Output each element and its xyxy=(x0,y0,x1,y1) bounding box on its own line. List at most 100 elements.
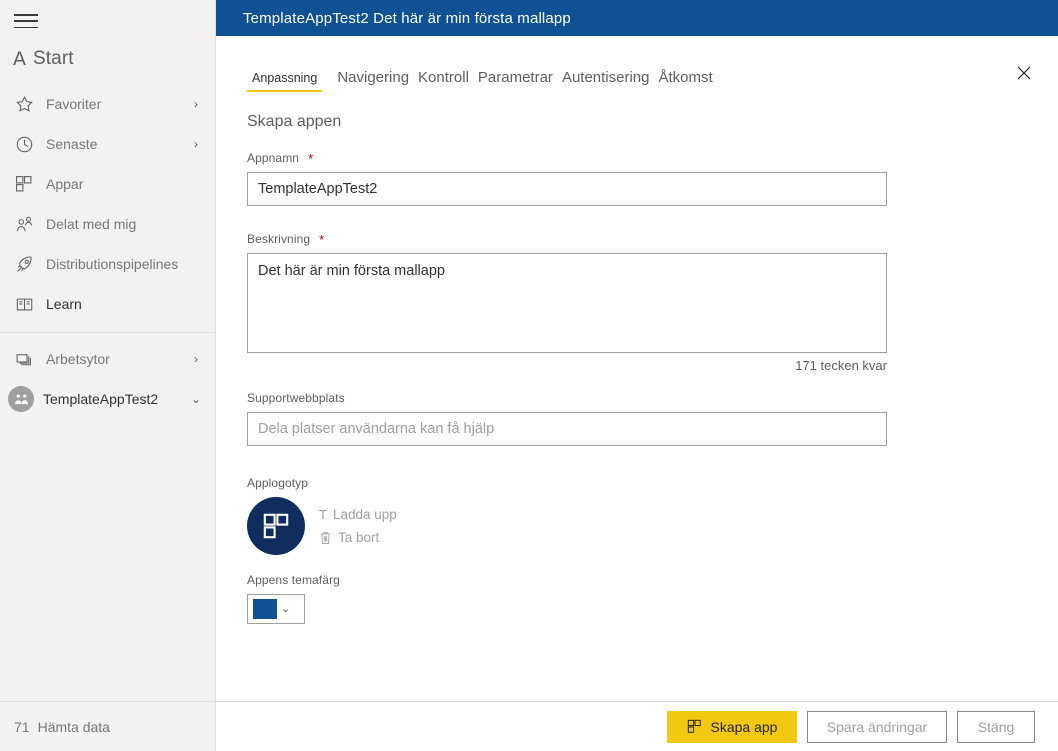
sidebar-item-appar[interactable]: Appar xyxy=(0,164,215,204)
theme-color-label: Appens temafärg xyxy=(247,573,1034,587)
get-data-icon: 71 xyxy=(14,718,30,735)
sidebar-item-start[interactable]: A Start xyxy=(0,42,215,76)
hamburger-line xyxy=(14,14,38,16)
description-textarea[interactable] xyxy=(247,253,887,353)
upload-icon: T xyxy=(319,507,327,522)
close-dialog-button[interactable]: Stäng xyxy=(957,710,1035,743)
label-text: Beskrivning xyxy=(247,232,311,246)
star-icon xyxy=(14,94,34,114)
tab-label: Kontroll xyxy=(418,69,469,86)
sidebar-item-label: Learn xyxy=(46,296,82,312)
field-app-name: Appnamn * xyxy=(240,151,1034,206)
form-container: Skapa appen Appnamn * Beskrivning * 171 … xyxy=(216,93,1058,701)
description-label: Beskrivning * xyxy=(247,232,1034,246)
tabs-row: Anpassning Navigering Kontroll Parametra… xyxy=(247,69,713,93)
app-logo-label: Applogotyp xyxy=(247,476,1034,490)
sidebar-item-label: Appar xyxy=(46,176,84,192)
tab-parametrar[interactable]: Parametrar xyxy=(478,69,553,93)
theme-color-picker[interactable]: ⌄ xyxy=(247,594,305,624)
app-logo-preview xyxy=(247,497,305,555)
hamburger-line xyxy=(14,20,38,22)
label-text: Supportwebbplats xyxy=(247,391,345,405)
get-data-label: Hämta data xyxy=(37,718,110,735)
support-site-input[interactable] xyxy=(247,412,887,446)
tab-navigering[interactable]: Navigering xyxy=(337,69,409,93)
required-asterisk: * xyxy=(319,231,325,247)
sidebar-item-learn[interactable]: Learn xyxy=(0,284,215,324)
save-changes-button[interactable]: Spara ändringar xyxy=(807,710,947,743)
apps-grid-icon xyxy=(14,174,34,194)
upload-logo-button[interactable]: T Ladda upp xyxy=(319,507,397,522)
app-name-label: Appnamn * xyxy=(247,151,1034,165)
sidebar-divider xyxy=(0,332,215,333)
rocket-icon xyxy=(14,254,34,274)
chevron-right-icon[interactable]: › xyxy=(189,353,203,365)
sidebar-item-templateapptest2[interactable]: TemplateAppTest2 ⌄ xyxy=(0,379,215,419)
tab-atkomst[interactable]: Åtkomst xyxy=(659,69,713,93)
field-theme-color: Appens temafärg ⌄ xyxy=(240,573,1034,624)
tab-label: Åtkomst xyxy=(658,69,713,86)
sidebar-item-label: Favoriter xyxy=(46,96,102,112)
sidebar-item-label: Senaste xyxy=(46,136,98,152)
app-root: A Start Favoriter › Senaste › Appar Dela… xyxy=(0,0,1058,751)
sidebar-nav-list: Favoriter › Senaste › Appar Delat med mi… xyxy=(0,80,215,419)
label-text: Applogotyp xyxy=(247,476,309,490)
clock-icon xyxy=(14,134,34,154)
required-asterisk: * xyxy=(308,150,314,166)
tab-kontroll[interactable]: Kontroll xyxy=(418,69,469,93)
left-sidebar: A Start Favoriter › Senaste › Appar Dela… xyxy=(0,0,216,751)
close-label: Stäng xyxy=(977,718,1015,735)
main-pane: TemplateAppTest2 Det här är min första m… xyxy=(216,0,1058,751)
character-counter: 171 tecken kvar xyxy=(795,358,887,373)
get-data-button[interactable]: 71 Hämta data xyxy=(0,701,215,751)
hamburger-menu-button[interactable] xyxy=(14,12,40,30)
remove-label: Ta bort xyxy=(338,530,380,545)
close-button[interactable] xyxy=(1008,57,1040,89)
sidebar-item-arbetsytor[interactable]: Arbetsytor › xyxy=(0,339,215,379)
tab-autentisering[interactable]: Autentisering xyxy=(562,69,650,93)
remove-logo-button[interactable]: Ta bort xyxy=(319,530,397,545)
field-app-logo: Applogotyp T Ladda upp Ta bort xyxy=(240,476,1034,555)
tab-label: Autentisering xyxy=(561,69,650,86)
create-app-button[interactable]: Skapa app xyxy=(667,710,797,743)
sidebar-item-favoriter[interactable]: Favoriter › xyxy=(0,84,215,124)
workspaces-icon xyxy=(14,349,34,369)
sidebar-item-senaste[interactable]: Senaste › xyxy=(0,124,215,164)
chevron-down-icon[interactable]: ⌄ xyxy=(189,393,203,405)
hamburger-line xyxy=(14,26,38,28)
field-description: Beskrivning * 171 tecken kvar xyxy=(240,232,1034,373)
label-text: Appens temafärg xyxy=(247,573,340,587)
apps-grid-icon xyxy=(687,719,702,734)
close-icon xyxy=(1017,66,1031,80)
tab-anpassning[interactable]: Anpassning xyxy=(247,71,323,92)
workspace-avatar-icon xyxy=(8,386,34,412)
theme-color-swatch xyxy=(253,599,277,619)
support-site-label: Supportwebbplats xyxy=(247,391,1034,405)
chevron-right-icon[interactable]: › xyxy=(189,98,203,110)
book-icon xyxy=(14,294,34,314)
sidebar-item-label: TemplateAppTest2 xyxy=(43,391,159,407)
sidebar-item-label: Distributionspipelines xyxy=(46,256,179,272)
sidebar-item-distributionspipelines[interactable]: Distributionspipelines xyxy=(0,244,215,284)
sidebar-item-delat-med-mig[interactable]: Delat med mig xyxy=(0,204,215,244)
page-title: TemplateAppTest2 Det här är min första m… xyxy=(243,9,571,27)
dialog-footer: Skapa app Spara ändringar Stäng xyxy=(216,701,1058,751)
app-logo-row: T Ladda upp Ta bort xyxy=(247,497,1034,555)
dialog-titlebar: TemplateAppTest2 Det här är min första m… xyxy=(216,0,1058,36)
label-text: Appnamn xyxy=(247,151,300,165)
sidebar-brand-label: Start xyxy=(33,48,74,69)
apps-grid-icon xyxy=(263,513,289,539)
section-title: Skapa appen xyxy=(247,113,342,130)
chevron-right-icon[interactable]: › xyxy=(189,138,203,150)
sidebar-item-label: Delat med mig xyxy=(46,216,137,232)
upload-label: Ladda upp xyxy=(332,507,397,522)
shared-with-me-icon xyxy=(14,214,34,234)
trash-icon xyxy=(319,531,332,545)
chevron-down-icon: ⌄ xyxy=(281,602,291,615)
app-name-input[interactable] xyxy=(247,172,887,206)
sidebar-item-label: Arbetsytor xyxy=(46,351,110,367)
home-icon: A xyxy=(13,47,26,70)
